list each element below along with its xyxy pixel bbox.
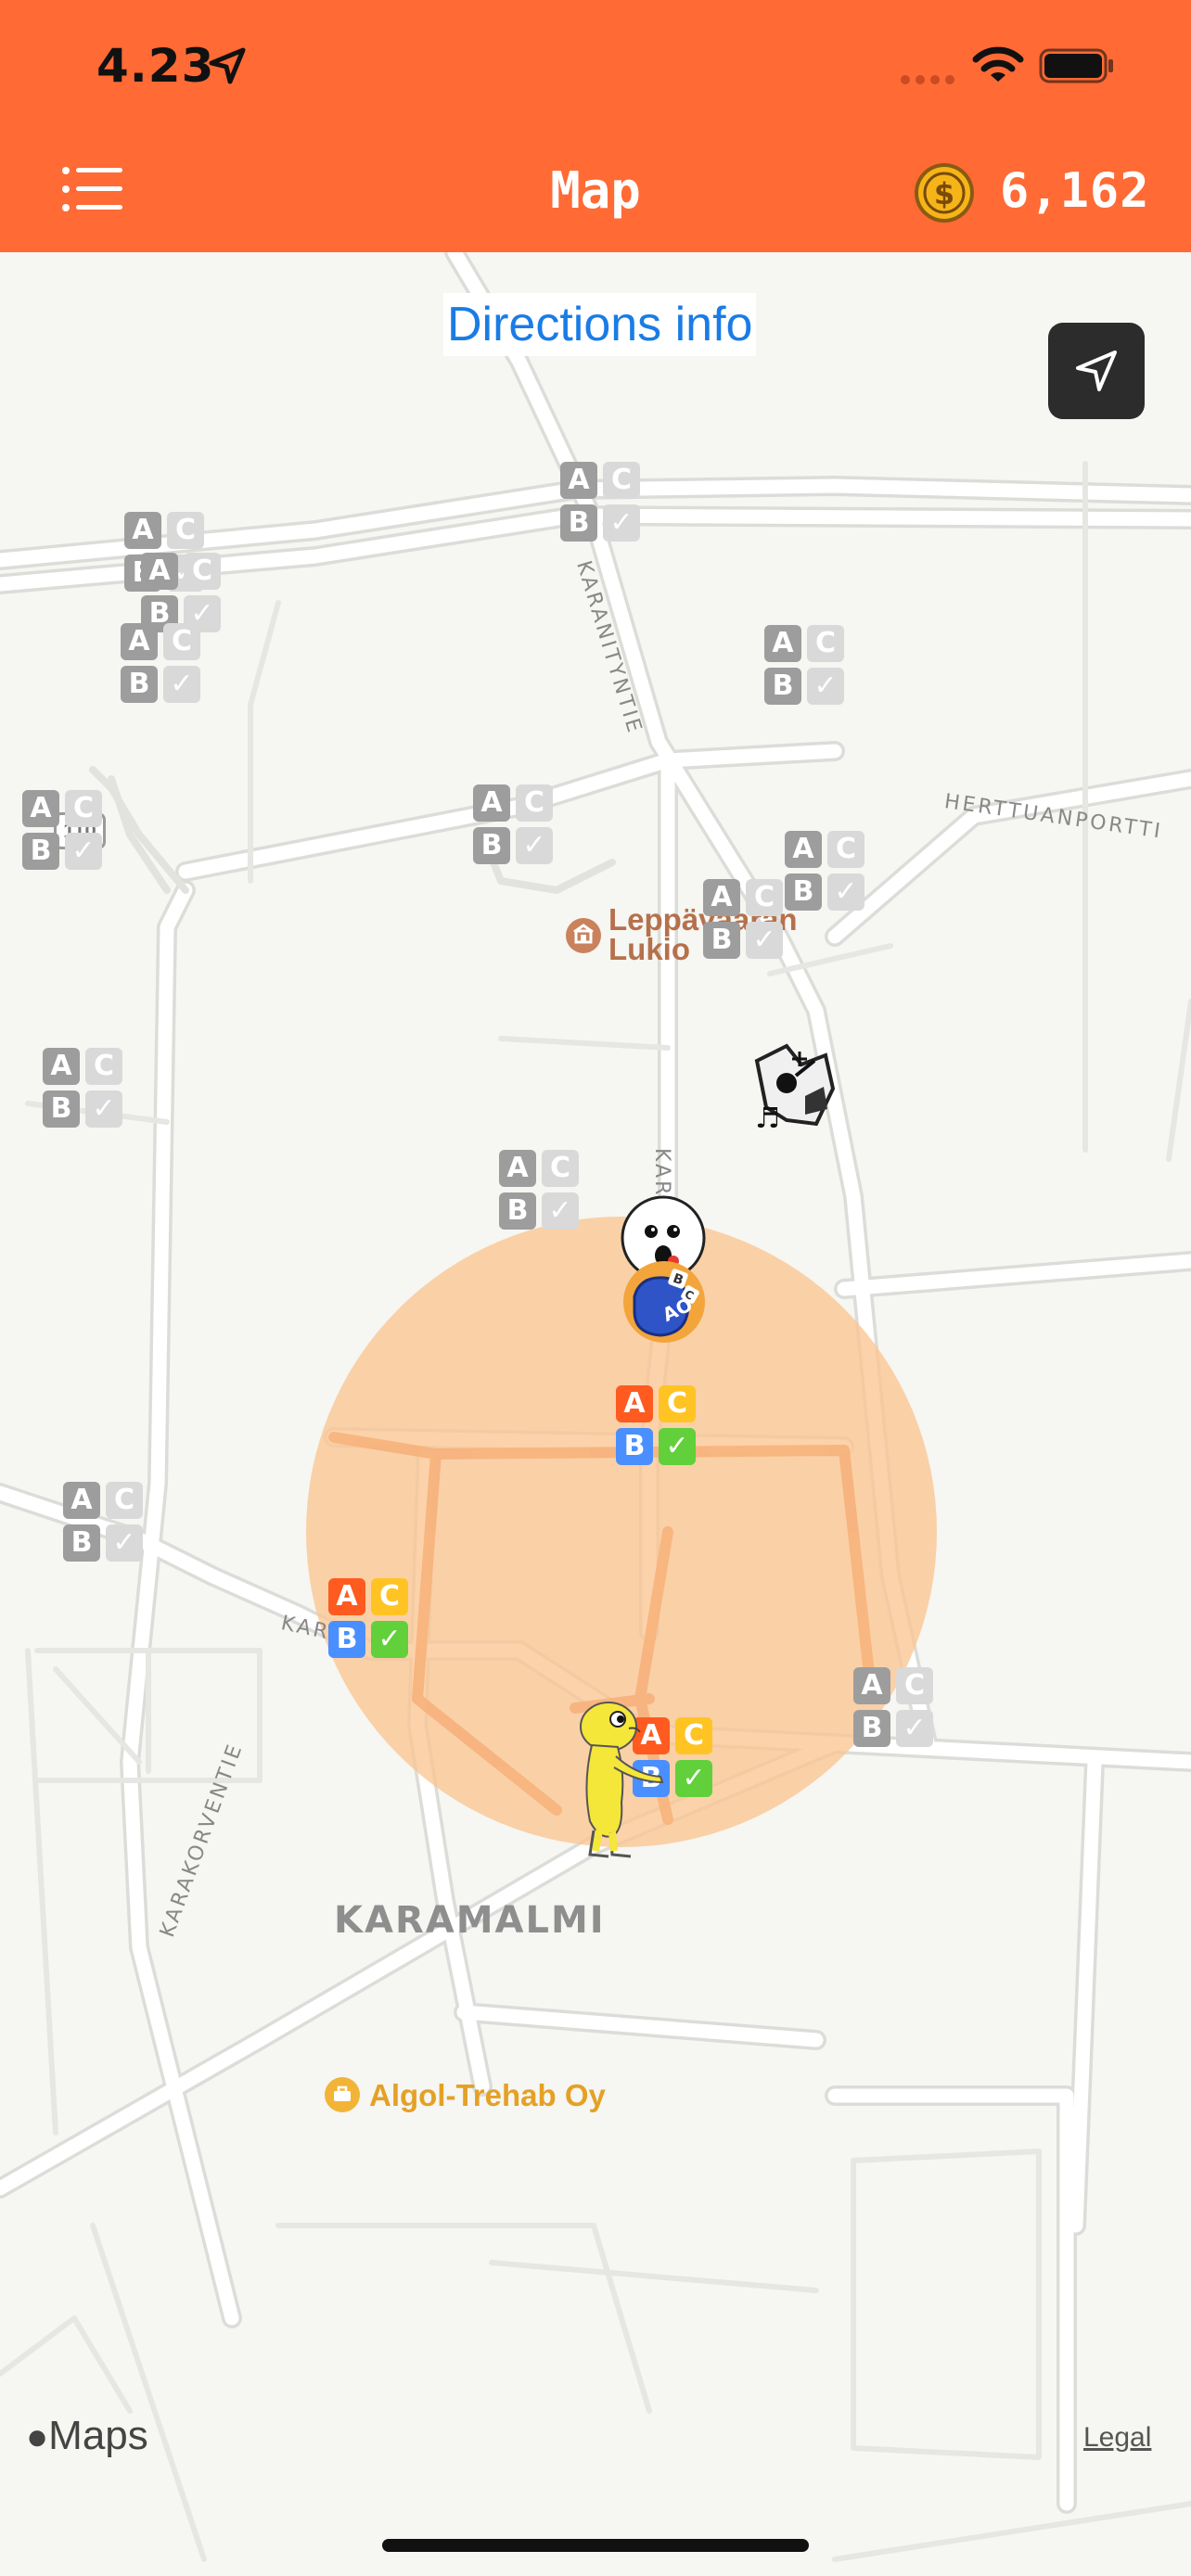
checkmark-icon: ✓ [659,1428,696,1465]
checkmark-icon: ✓ [675,1760,712,1797]
quiz-marker[interactable]: AC B✓ [703,879,788,964]
svg-text:$: $ [934,176,954,211]
app-header: 4.23 Map $ 6,162 [0,0,1191,252]
checkmark-icon: ✓ [746,922,783,959]
locate-me-button[interactable] [1048,323,1145,419]
player-avatar-icon [580,1702,664,1858]
music-challenge-marker-icon[interactable]: ♬ [749,1042,839,1131]
checkmark-icon: ✓ [65,833,102,870]
quiz-marker[interactable]: AC B✓ [853,1667,939,1753]
school-icon[interactable] [566,918,601,953]
quiz-marker[interactable]: AC B✓ [785,831,870,916]
coin-balance: 6,162 [1000,163,1150,219]
quiz-marker[interactable]: AC B✓ [560,462,646,547]
checkmark-icon: ✓ [827,874,864,911]
checkmark-icon: ✓ [85,1090,122,1128]
checkmark-icon: ✓ [106,1524,143,1562]
cellular-signal-icon [901,75,954,84]
location-arrow-icon [1076,351,1117,391]
checkmark-icon: ✓ [603,504,640,542]
quiz-marker[interactable]: AC B✓ [43,1048,128,1133]
district-label: KARAMALMI [334,1899,606,1942]
quiz-marker[interactable]: AC B✓ [63,1482,148,1567]
svg-text:♬: ♬ [755,1103,780,1131]
quiz-marker[interactable]: AC B✓ [764,625,850,710]
home-indicator[interactable] [382,2539,809,2552]
quiz-marker[interactable]: AC B✓ [121,623,206,708]
directions-info-link[interactable]: Directions info [443,293,757,356]
company-label[interactable]: Algol-Trehab Oy [369,2080,606,2111]
quiz-marker[interactable]: AC B✓ [473,784,558,870]
quiz-marker-active[interactable]: AC B✓ [616,1385,701,1471]
checkmark-icon: ✓ [163,666,200,703]
map-view[interactable]: 110 KARANITYNTIE HERTTUANPORTTI KARAKORV… [0,252,1191,2576]
company-icon[interactable] [325,2077,360,2112]
wifi-icon [972,46,1024,82]
checkmark-icon: ✓ [542,1192,579,1230]
legal-link[interactable]: Legal [1083,2422,1151,2454]
street-label-kar-north: KAR [650,1148,673,1198]
location-arrow-icon [209,47,246,84]
screen: 4.23 Map $ 6,162 110 KARANITYNTIE HERTTU… [0,0,1191,2576]
checkmark-icon: ✓ [371,1621,408,1658]
apple-maps-attribution: ●Maps [26,2413,148,2458]
coin-icon: $ [915,163,974,223]
checkmark-icon: ✓ [516,827,553,864]
letter-bag-icon[interactable]: B C AO [621,1259,707,1345]
apple-logo-icon: ● [26,2417,49,2457]
checkmark-icon: ✓ [807,668,844,705]
quiz-marker[interactable]: AC B✓ [22,790,108,875]
battery-icon [1039,48,1113,83]
checkmark-icon: ✓ [896,1710,933,1747]
quiz-marker-active[interactable]: AC B✓ [328,1578,414,1664]
quiz-marker[interactable]: AC B✓ [499,1150,584,1235]
status-time: 4.23 [96,39,215,93]
